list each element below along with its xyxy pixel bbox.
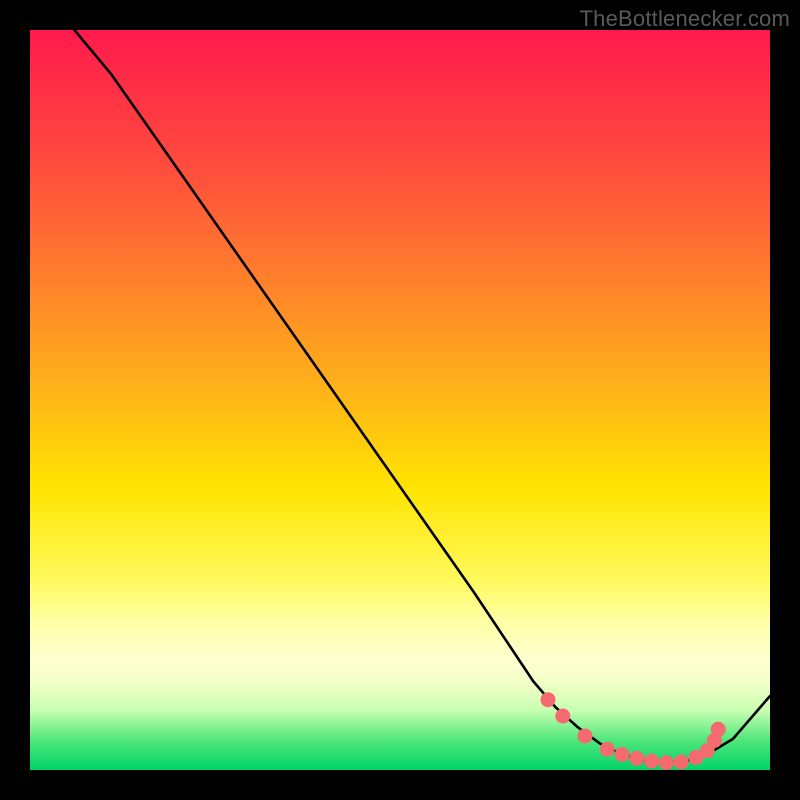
curve-markers bbox=[541, 692, 726, 770]
watermark-text: TheBottlenecker.com bbox=[580, 6, 790, 32]
bottleneck-curve bbox=[74, 30, 770, 763]
marker-dot bbox=[615, 747, 630, 762]
chart-overlay bbox=[30, 30, 770, 770]
marker-dot bbox=[711, 722, 726, 737]
marker-dot bbox=[644, 754, 659, 769]
marker-dot bbox=[541, 692, 556, 707]
chart-frame: TheBottlenecker.com bbox=[0, 0, 800, 800]
marker-dot bbox=[555, 709, 570, 724]
marker-dot bbox=[578, 729, 593, 744]
marker-dot bbox=[674, 754, 689, 769]
marker-dot bbox=[659, 755, 674, 770]
marker-dot bbox=[600, 742, 615, 757]
marker-dot bbox=[629, 751, 644, 766]
